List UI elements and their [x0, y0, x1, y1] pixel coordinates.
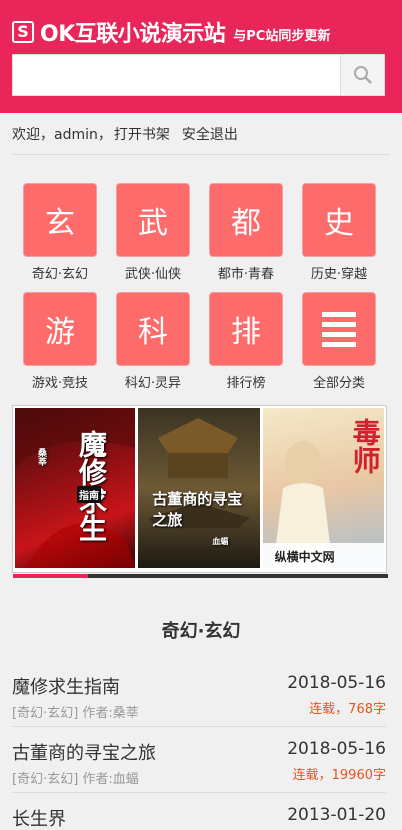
category-label: 奇幻·玄幻	[31, 267, 89, 282]
book-cover[interactable]: 古董商的寻宝之旅 血蝠	[138, 408, 260, 568]
logo[interactable]: S OK互联小说演示站 与PC站同步更新	[12, 18, 331, 47]
logo-badge-icon: S	[12, 21, 34, 43]
category-label: 武侠·仙侠	[124, 267, 182, 282]
cover-subtitle: 指南	[77, 486, 101, 503]
list-item[interactable]: 魔修求生指南 [奇幻·玄幻] 作者:桑莘 2018-05-16 连载，768字	[12, 661, 386, 727]
search-input[interactable]	[13, 55, 340, 95]
category-tile: 史	[302, 183, 376, 257]
category-urban[interactable]: 都 都市·青春	[209, 183, 283, 282]
cover-title: 毒师	[348, 418, 382, 474]
category-wuxia[interactable]: 武 武侠·仙侠	[116, 183, 190, 282]
category-tile: 排	[209, 292, 283, 366]
book-name[interactable]: 长生界	[12, 805, 66, 830]
category-tile: 都	[209, 183, 283, 257]
book-banner: 魔修求生 指南 桑莘 古董商的寻宝之旅 血蝠 毒师 纵横中文网	[12, 405, 388, 578]
category-label: 都市·青春	[217, 267, 275, 282]
banner-progress-fill	[13, 574, 88, 578]
user-bar: 欢迎，admin， 打开书架 安全退出	[12, 113, 390, 155]
category-fantasy[interactable]: 玄 奇幻·玄幻	[23, 183, 97, 282]
header: S OK互联小说演示站 与PC站同步更新	[0, 0, 402, 113]
book-meta: [奇幻·玄幻] 作者:血蝠	[12, 772, 139, 787]
category-scifi[interactable]: 科 科幻·灵异	[116, 292, 190, 391]
list-item[interactable]: 古董商的寻宝之旅 [奇幻·玄幻] 作者:血蝠 2018-05-16 连载，199…	[12, 727, 386, 793]
book-list: 魔修求生指南 [奇幻·玄幻] 作者:桑莘 2018-05-16 连载，768字 …	[12, 661, 386, 830]
cover-publisher: 纵横中文网	[274, 550, 335, 564]
category-tile: 玄	[23, 183, 97, 257]
section-title: 奇幻·玄幻	[161, 621, 241, 642]
banner-progress	[13, 574, 388, 578]
category-ranking[interactable]: 排 排行榜	[209, 292, 283, 391]
category-game[interactable]: 游 游戏·竞技	[23, 292, 97, 391]
cover-author: 桑莘	[36, 448, 46, 466]
cover-title: 古董商的寻宝之旅	[152, 490, 243, 529]
book-name[interactable]: 魔修求生指南	[12, 673, 139, 699]
book-meta: [奇幻·玄幻] 作者:桑莘	[12, 706, 139, 721]
book-cover[interactable]: 毒师 纵横中文网	[262, 408, 384, 568]
book-date: 2013-01-20	[287, 805, 386, 825]
category-tile	[302, 292, 376, 366]
category-label: 科幻·灵异	[124, 376, 182, 391]
open-bookshelf-link[interactable]: 打开书架	[114, 124, 170, 144]
search-button[interactable]	[340, 55, 384, 95]
category-grid: 玄 奇幻·玄幻 武 武侠·仙侠 都 都市·青春 史 历史·穿越 游 游戏·竞技 …	[0, 155, 402, 391]
category-label: 游戏·竞技	[31, 376, 89, 391]
category-tile: 科	[116, 292, 190, 366]
category-tile: 游	[23, 292, 97, 366]
category-tile: 武	[116, 183, 190, 257]
book-date: 2018-05-16	[287, 673, 386, 693]
logout-link[interactable]: 安全退出	[182, 124, 238, 144]
welcome-text: 欢迎，admin，	[12, 126, 112, 143]
book-name[interactable]: 古董商的寻宝之旅	[12, 739, 156, 765]
category-all[interactable]: 全部分类	[302, 292, 376, 391]
category-label: 排行榜	[226, 376, 266, 391]
category-label: 全部分类	[312, 376, 365, 391]
list-item[interactable]: 长生界 2013-01-20	[12, 793, 386, 830]
menu-icon	[322, 311, 356, 347]
site-subtitle: 与PC站同步更新	[233, 28, 331, 44]
book-date: 2018-05-16	[287, 739, 386, 759]
search-box	[12, 54, 385, 96]
book-cover[interactable]: 魔修求生 指南 桑莘	[15, 408, 136, 568]
search-icon	[353, 66, 372, 84]
book-status: 连载，19960字	[292, 768, 386, 783]
site-title: OK互联小说演示站	[40, 22, 226, 47]
category-history[interactable]: 史 历史·穿越	[302, 183, 376, 282]
cover-author: 血蝠	[212, 536, 229, 546]
category-label: 历史·穿越	[310, 267, 368, 282]
book-status: 连载，768字	[309, 702, 386, 717]
